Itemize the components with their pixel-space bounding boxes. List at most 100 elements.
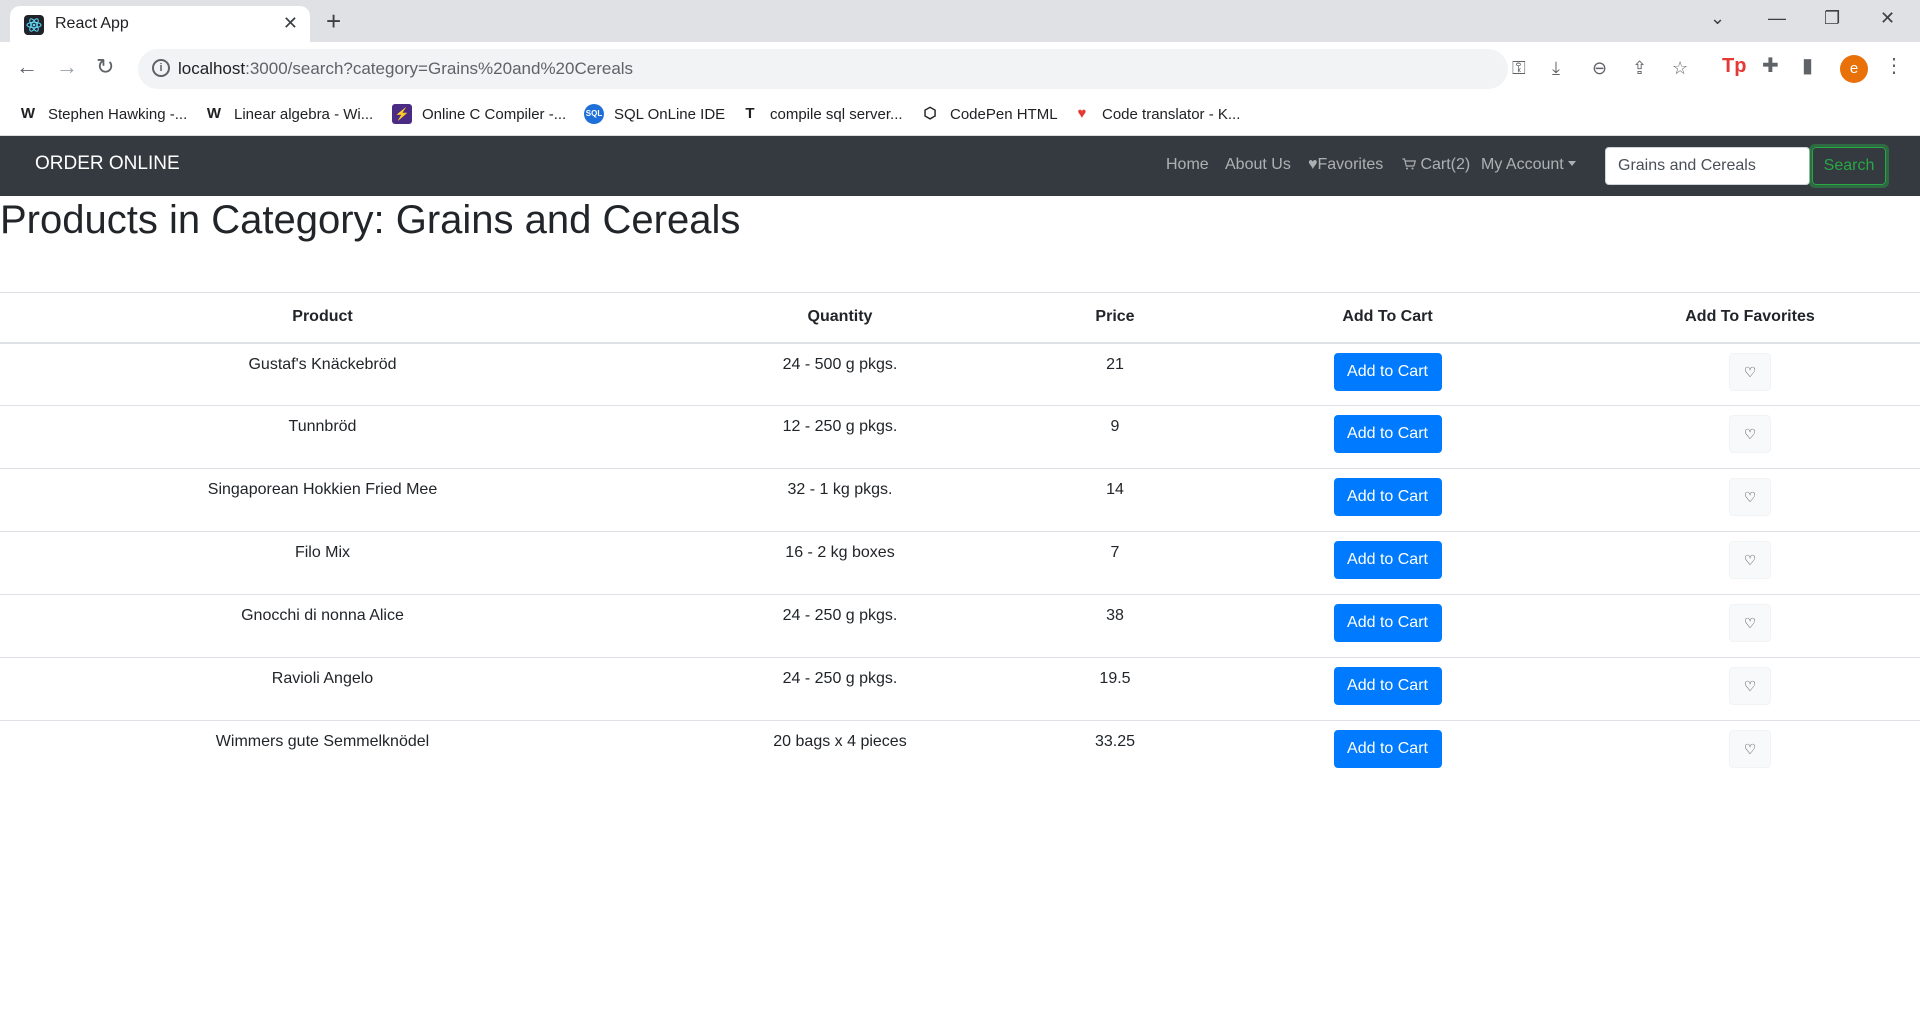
- zoom-icon[interactable]: ⊖: [1592, 58, 1607, 79]
- product-price: 14: [1035, 468, 1195, 532]
- search-button[interactable]: Search: [1809, 144, 1889, 188]
- tab-title: React App: [55, 15, 129, 32]
- header-quantity: Quantity: [645, 292, 1035, 344]
- add-to-favorites-button[interactable]: ♡: [1729, 730, 1771, 768]
- codepen-icon: ⬡: [923, 105, 937, 122]
- side-panel-icon[interactable]: ▮: [1802, 54, 1813, 78]
- add-to-favorites-button[interactable]: ♡: [1729, 667, 1771, 705]
- bookmark-item[interactable]: Tcompile sql server...: [740, 104, 902, 124]
- browser-toolbar: ← → ↻ i localhost:3000/search?category=G…: [0, 42, 1920, 96]
- heart-outline-icon: ♡: [1743, 741, 1757, 757]
- add-to-favorites-button[interactable]: ♡: [1729, 541, 1771, 579]
- brand-logo[interactable]: ORDER ONLINE: [35, 153, 180, 175]
- profile-avatar[interactable]: e: [1840, 55, 1868, 83]
- product-price: 9: [1035, 405, 1195, 469]
- address-bar[interactable]: i localhost:3000/search?category=Grains%…: [138, 49, 1688, 89]
- table-header-row: Product Quantity Price Add To Cart Add T…: [0, 292, 1920, 344]
- reload-icon[interactable]: ↻: [96, 55, 114, 79]
- header-product: Product: [0, 292, 645, 344]
- bookmarks-bar: W Stephen Hawking -... W Linear algebra - …: [0, 96, 1920, 136]
- bookmark-item[interactable]: ♥ Code translator - K...: [1072, 104, 1241, 124]
- page-title: Products in Category: Grains and Cereals: [0, 198, 741, 242]
- browser-tabstrip: React App ✕ + ⌄ — ❐ ✕: [0, 0, 1920, 42]
- add-to-cart-button[interactable]: Add to Cart: [1333, 604, 1442, 642]
- table-row: Gnocchi di nonna Alice 24 - 250 g pkgs. …: [0, 594, 1920, 658]
- nav-about[interactable]: About Us: [1225, 156, 1291, 174]
- bookmark-item[interactable]: W Stephen Hawking -...: [18, 104, 187, 124]
- url-text: localhost:3000/search?category=Grains%20…: [178, 59, 634, 78]
- product-quantity: 24 - 500 g pkgs.: [645, 342, 1035, 406]
- table-row: Filo Mix 16 - 2 kg boxes 7 Add to Cart ♡: [0, 531, 1920, 595]
- install-icon[interactable]: ⤓: [1552, 58, 1560, 79]
- nav-cart[interactable]: Cart(2): [1402, 156, 1470, 174]
- products-table: Product Quantity Price Add To Cart Add T…: [0, 292, 1920, 784]
- back-icon[interactable]: ←: [16, 55, 38, 79]
- heart-outline-icon: ♡: [1743, 363, 1757, 380]
- gitlab-icon: ♥: [1077, 105, 1087, 122]
- add-to-cart-button[interactable]: Add to Cart: [1333, 541, 1442, 579]
- forward-icon[interactable]: →: [56, 55, 78, 79]
- heart-icon: ♥: [1308, 156, 1318, 173]
- product-name: Gnocchi di nonna Alice: [0, 594, 645, 658]
- extension-tp-icon[interactable]: Tp: [1722, 54, 1746, 78]
- add-to-favorites-button[interactable]: ♡: [1729, 415, 1771, 453]
- heart-outline-icon: ♡: [1743, 426, 1757, 442]
- share-icon[interactable]: ⇪: [1632, 58, 1647, 79]
- sql-cloud-icon: SQL: [584, 104, 604, 124]
- heart-outline-icon: ♡: [1743, 615, 1757, 631]
- add-to-favorites-button[interactable]: ♡: [1729, 478, 1771, 516]
- nav-my-account-dropdown[interactable]: My Account: [1481, 156, 1576, 174]
- product-quantity: 32 - 1 kg pkgs.: [645, 468, 1035, 532]
- add-to-cart-button[interactable]: Add to Cart: [1333, 352, 1442, 391]
- product-quantity: 16 - 2 kg boxes: [645, 531, 1035, 595]
- caret-down-icon: [1567, 161, 1576, 166]
- bookmark-item[interactable]: ⚡ Online C Compiler -...: [392, 104, 566, 124]
- product-price: 38: [1035, 594, 1195, 658]
- wikipedia-icon: W: [206, 105, 222, 122]
- product-name: Tunnbröd: [0, 405, 645, 469]
- react-icon: [24, 15, 44, 35]
- heart-outline-icon: ♡: [1743, 678, 1757, 694]
- bookmark-star-icon[interactable]: ☆: [1672, 58, 1688, 79]
- close-window-icon[interactable]: ✕: [1880, 8, 1895, 29]
- app-navbar: ORDER ONLINE Home About Us ♥Favorites Ca…: [0, 136, 1920, 196]
- product-name: Wimmers gute Semmelknödel: [0, 720, 645, 784]
- new-tab-icon[interactable]: +: [326, 8, 341, 34]
- search-input[interactable]: [1605, 147, 1810, 185]
- bookmark-item[interactable]: SQL SQL OnLine IDE: [584, 104, 725, 124]
- restore-icon[interactable]: ❐: [1824, 8, 1840, 29]
- product-name: Filo Mix: [0, 531, 645, 595]
- nav-home[interactable]: Home: [1166, 156, 1209, 174]
- bookmark-item[interactable]: W Linear algebra - Wi...: [204, 104, 373, 124]
- cart-icon: [1402, 156, 1420, 173]
- add-to-cart-button[interactable]: Add to Cart: [1333, 478, 1442, 516]
- product-quantity: 24 - 250 g pkgs.: [645, 657, 1035, 721]
- product-price: 33.25: [1035, 720, 1195, 784]
- header-add-to-favorites: Add To Favorites: [1580, 292, 1920, 344]
- tab-search-icon[interactable]: ⌄: [1710, 8, 1725, 29]
- add-to-favorites-button[interactable]: ♡: [1729, 604, 1771, 642]
- menu-kebab-icon[interactable]: ⋮: [1884, 54, 1904, 78]
- header-add-to-cart: Add To Cart: [1195, 292, 1580, 344]
- product-name: Gustaf's Knäckebröd: [0, 342, 645, 406]
- add-to-favorites-button[interactable]: ♡: [1729, 352, 1771, 391]
- add-to-cart-button[interactable]: Add to Cart: [1333, 667, 1442, 705]
- extensions-puzzle-icon[interactable]: ✚: [1762, 54, 1779, 78]
- product-price: 19.5: [1035, 657, 1195, 721]
- tab-close-icon[interactable]: ✕: [283, 13, 298, 34]
- nav-favorites[interactable]: ♥Favorites: [1308, 156, 1383, 174]
- product-price: 7: [1035, 531, 1195, 595]
- key-icon[interactable]: ⚿: [1512, 58, 1526, 79]
- add-to-cart-button[interactable]: Add to Cart: [1333, 730, 1442, 768]
- product-quantity: 20 bags x 4 pieces: [645, 720, 1035, 784]
- minimize-icon[interactable]: —: [1768, 8, 1786, 29]
- product-quantity: 12 - 250 g pkgs.: [645, 405, 1035, 469]
- table-row: Wimmers gute Semmelknödel 20 bags x 4 pi…: [0, 720, 1920, 784]
- browser-tab[interactable]: React App ✕: [10, 6, 310, 42]
- t-icon: T: [745, 105, 755, 122]
- wikipedia-icon: W: [20, 105, 36, 122]
- product-name: Ravioli Angelo: [0, 657, 645, 721]
- bookmark-item[interactable]: ⬡ CodePen HTML: [920, 104, 1057, 124]
- site-info-icon[interactable]: i: [152, 59, 170, 77]
- add-to-cart-button[interactable]: Add to Cart: [1333, 415, 1442, 453]
